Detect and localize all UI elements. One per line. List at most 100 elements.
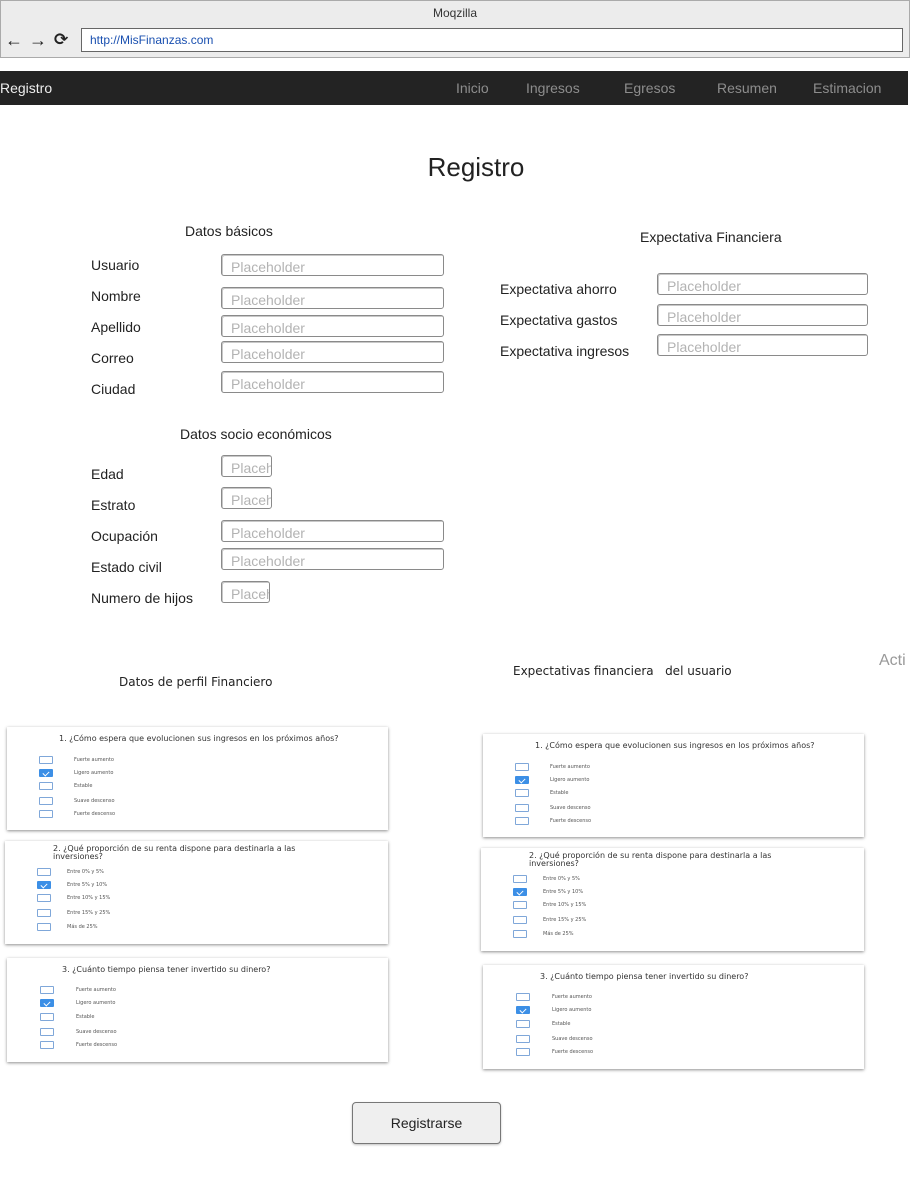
- option-label: Entre 5% y 10%: [543, 889, 584, 895]
- checkbox-checked[interactable]: [39, 769, 53, 777]
- checkbox-checked[interactable]: [516, 1006, 530, 1014]
- option-label: Fuerte descenso: [74, 811, 116, 817]
- numero-hijos-label: Numero de hijos: [91, 590, 193, 606]
- checkbox[interactable]: [513, 875, 527, 883]
- checkbox-checked[interactable]: [40, 999, 54, 1007]
- nav-item-ingresos[interactable]: Ingresos: [526, 71, 580, 105]
- expectativa-ahorro-input[interactable]: [657, 273, 868, 295]
- option-label: Entre 10% y 15%: [67, 895, 111, 901]
- reload-icon[interactable]: ⟳: [54, 29, 68, 51]
- expectativa-gastos-input[interactable]: [657, 304, 868, 326]
- navbar-brand[interactable]: Registro: [0, 71, 52, 105]
- checkbox[interactable]: [516, 1035, 530, 1043]
- checkbox[interactable]: [516, 1048, 530, 1056]
- option-label: Ligero aumento: [550, 777, 590, 783]
- checkbox[interactable]: [40, 1013, 54, 1021]
- option-label: Entre 15% y 25%: [543, 917, 587, 923]
- nombre-input[interactable]: [221, 287, 444, 309]
- ocupacion-input[interactable]: [221, 520, 444, 542]
- perfil-question-card-2: 2. ¿Qué proporción de su renta dispone p…: [5, 841, 388, 944]
- checkbox[interactable]: [39, 810, 53, 818]
- checkbox-checked[interactable]: [515, 776, 529, 784]
- checkbox[interactable]: [37, 894, 51, 902]
- checkbox[interactable]: [37, 923, 51, 931]
- question-text: 1. ¿Cómo espera que evolucionen sus ingr…: [59, 734, 339, 743]
- nav-item-estimacion[interactable]: Estimacion: [813, 71, 881, 105]
- option-label: Estable: [74, 783, 93, 789]
- expectativa-gastos-label: Expectativa gastos: [500, 312, 618, 328]
- checkbox[interactable]: [37, 868, 51, 876]
- checkbox[interactable]: [513, 930, 527, 938]
- usuario-input[interactable]: [221, 254, 444, 276]
- nav-item-resumen[interactable]: Resumen: [717, 71, 777, 105]
- checkbox[interactable]: [513, 901, 527, 909]
- option-label: Ligero aumento: [552, 1007, 592, 1013]
- ciudad-input[interactable]: [221, 371, 444, 393]
- nombre-label: Nombre: [91, 288, 141, 304]
- back-arrow-icon[interactable]: ←: [5, 29, 23, 51]
- question-text: 2. ¿Qué proporción de su renta dispone p…: [53, 844, 296, 861]
- nav-item-egresos[interactable]: Egresos: [624, 71, 675, 105]
- checkbox[interactable]: [39, 756, 53, 764]
- checkbox[interactable]: [515, 817, 529, 825]
- checkbox-checked[interactable]: [37, 881, 51, 889]
- checkbox[interactable]: [40, 1028, 54, 1036]
- expectativas-usuario-title: Expectativas financiera del usuario: [513, 664, 732, 678]
- checkbox[interactable]: [40, 1041, 54, 1049]
- option-label: Entre 0% y 5%: [67, 869, 104, 875]
- option-label: Suave descenso: [74, 798, 115, 804]
- option-label: Fuerte descenso: [76, 1042, 118, 1048]
- option-label: Ligero aumento: [76, 1000, 116, 1006]
- apellido-input[interactable]: [221, 315, 444, 337]
- option-label: Más de 25%: [67, 924, 98, 930]
- checkbox[interactable]: [515, 804, 529, 812]
- checkbox-checked[interactable]: [513, 888, 527, 896]
- expectativa-ahorro-label: Expectativa ahorro: [500, 281, 617, 297]
- ciudad-label: Ciudad: [91, 381, 136, 397]
- question-text: 1. ¿Cómo espera que evolucionen sus ingr…: [535, 741, 815, 750]
- option-label: Suave descenso: [76, 1029, 117, 1035]
- checkbox[interactable]: [516, 1020, 530, 1028]
- estrato-input[interactable]: [221, 487, 272, 509]
- registrarse-button[interactable]: Registrarse: [352, 1102, 501, 1144]
- expectativa-ingresos-label: Expectativa ingresos: [500, 343, 630, 359]
- checkbox[interactable]: [516, 993, 530, 1001]
- option-label: Suave descenso: [552, 1036, 593, 1042]
- forward-arrow-icon[interactable]: →: [29, 29, 47, 51]
- option-label: Estable: [76, 1014, 95, 1020]
- browser-title-bar: Moqzilla: [0, 0, 910, 24]
- expectativa-ingresos-input[interactable]: [657, 334, 868, 356]
- correo-label: Correo: [91, 350, 134, 366]
- expectativas-question-card-1: 1. ¿Cómo espera que evolucionen sus ingr…: [483, 734, 864, 837]
- option-label: Entre 15% y 25%: [67, 910, 111, 916]
- checkbox[interactable]: [40, 986, 54, 994]
- numero-hijos-input[interactable]: [221, 581, 270, 603]
- option-label: Fuerte aumento: [76, 987, 116, 993]
- checkbox[interactable]: [37, 909, 51, 917]
- edad-input[interactable]: [221, 455, 272, 477]
- option-label: Entre 5% y 10%: [67, 882, 108, 888]
- checkbox[interactable]: [515, 789, 529, 797]
- estrato-label: Estrato: [91, 497, 136, 513]
- option-label: Fuerte aumento: [552, 994, 592, 1000]
- checkbox[interactable]: [39, 782, 53, 790]
- checkbox[interactable]: [513, 916, 527, 924]
- top-navbar: Registro Inicio Ingresos Egresos Resumen…: [0, 71, 908, 105]
- correo-input[interactable]: [221, 341, 444, 363]
- side-cutoff-text: Acti: [879, 652, 906, 669]
- page-title: Registro: [427, 152, 525, 182]
- estado-civil-input[interactable]: [221, 548, 444, 570]
- usuario-label: Usuario: [91, 257, 140, 273]
- option-label: Más de 25%: [543, 931, 574, 937]
- datos-socio-title: Datos socio económicos: [180, 426, 332, 442]
- estado-civil-label: Estado civil: [91, 559, 162, 575]
- option-label: Entre 10% y 15%: [543, 902, 587, 908]
- option-label: Fuerte aumento: [74, 757, 114, 763]
- address-bar[interactable]: http://MisFinanzas.com: [81, 28, 903, 52]
- option-label: Ligero aumento: [74, 770, 114, 776]
- ocupacion-label: Ocupación: [91, 528, 158, 544]
- checkbox[interactable]: [515, 763, 529, 771]
- checkbox[interactable]: [39, 797, 53, 805]
- option-label: Suave descenso: [550, 805, 591, 811]
- nav-item-inicio[interactable]: Inicio: [456, 71, 489, 105]
